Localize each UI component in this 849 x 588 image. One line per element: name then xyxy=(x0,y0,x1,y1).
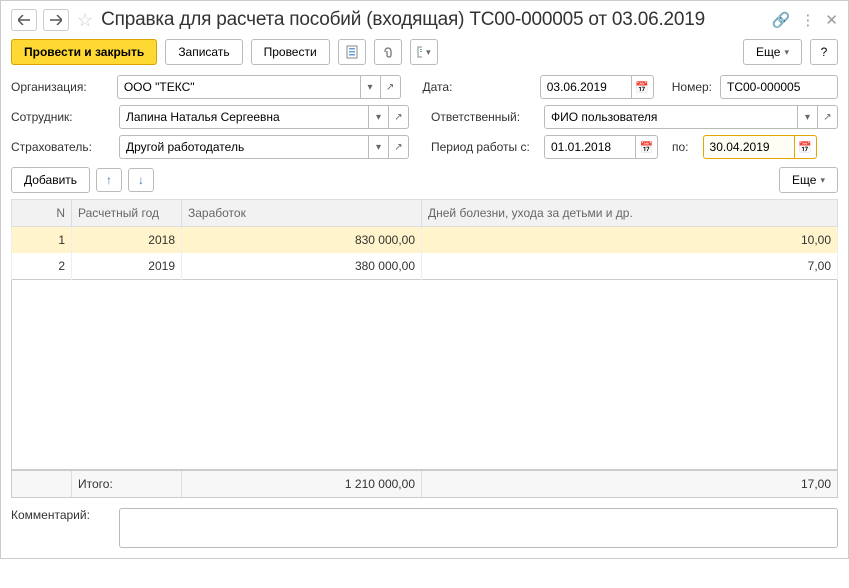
link-icon[interactable]: 🔗 xyxy=(772,11,791,29)
employee-input[interactable] xyxy=(119,105,369,129)
report-icon-button[interactable] xyxy=(338,39,366,65)
responsible-dropdown-icon[interactable]: ▾ xyxy=(798,105,818,129)
footer-earnings: 1 210 000,00 xyxy=(182,471,422,497)
close-icon[interactable]: ✕ xyxy=(825,11,838,29)
org-open-icon[interactable]: ↗ xyxy=(381,75,401,99)
earnings-table: N Расчетный год Заработок Дней болезни, … xyxy=(11,199,838,280)
table-more-button[interactable]: Еще xyxy=(779,167,838,193)
move-down-button[interactable]: ↓ xyxy=(128,168,154,192)
nav-back-button[interactable] xyxy=(11,9,37,31)
window-title: Справка для расчета пособий (входящая) Т… xyxy=(101,9,766,31)
responsible-input[interactable] xyxy=(544,105,798,129)
org-input[interactable] xyxy=(117,75,361,99)
table-empty-area[interactable] xyxy=(11,280,838,470)
employee-dropdown-icon[interactable]: ▾ xyxy=(369,105,389,129)
table-footer: Итого: 1 210 000,00 17,00 xyxy=(11,470,838,498)
nav-forward-button[interactable] xyxy=(43,9,69,31)
favorite-star-icon[interactable]: ☆ xyxy=(77,10,93,31)
date-label: Дата: xyxy=(423,80,458,94)
menu-dots-icon[interactable]: ⋮ xyxy=(800,11,815,29)
table-row[interactable]: 2 2019 380 000,00 7,00 xyxy=(12,253,838,280)
period-to-input[interactable] xyxy=(703,135,795,159)
save-button[interactable]: Записать xyxy=(165,39,242,65)
org-label: Организация: xyxy=(11,80,109,94)
employee-label: Сотрудник: xyxy=(11,110,111,124)
more-button[interactable]: Еще xyxy=(743,39,802,65)
responsible-open-icon[interactable]: ↗ xyxy=(818,105,838,129)
period-from-calendar-icon[interactable]: 📅 xyxy=(636,135,658,159)
footer-label: Итого: xyxy=(72,471,182,497)
move-up-button[interactable]: ↑ xyxy=(96,168,122,192)
attach-icon-button[interactable] xyxy=(374,39,402,65)
comment-label: Комментарий: xyxy=(11,508,111,522)
add-row-button[interactable]: Добавить xyxy=(11,167,90,193)
period-from-label: Период работы с: xyxy=(431,140,536,154)
col-days[interactable]: Дней болезни, ухода за детьми и др. xyxy=(422,200,838,227)
org-dropdown-icon[interactable]: ▾ xyxy=(361,75,381,99)
responsible-label: Ответственный: xyxy=(431,110,536,124)
insurer-dropdown-icon[interactable]: ▾ xyxy=(369,135,389,159)
table-row[interactable]: 1 2018 830 000,00 10,00 xyxy=(12,227,838,254)
post-button[interactable]: Провести xyxy=(251,39,330,65)
comment-input[interactable] xyxy=(119,508,838,548)
help-button[interactable]: ? xyxy=(810,39,838,65)
period-from-input[interactable] xyxy=(544,135,636,159)
template-dropdown-button[interactable] xyxy=(410,39,438,65)
insurer-input[interactable] xyxy=(119,135,369,159)
period-to-label: по: xyxy=(672,140,689,154)
insurer-label: Страхователь: xyxy=(11,140,111,154)
col-n[interactable]: N xyxy=(12,200,72,227)
date-input[interactable] xyxy=(540,75,632,99)
insurer-open-icon[interactable]: ↗ xyxy=(389,135,409,159)
date-calendar-icon[interactable]: 📅 xyxy=(632,75,654,99)
col-earnings[interactable]: Заработок xyxy=(182,200,422,227)
post-and-close-button[interactable]: Провести и закрыть xyxy=(11,39,157,65)
period-to-calendar-icon[interactable]: 📅 xyxy=(795,135,817,159)
footer-days: 17,00 xyxy=(422,471,837,497)
col-year[interactable]: Расчетный год xyxy=(72,200,182,227)
employee-open-icon[interactable]: ↗ xyxy=(389,105,409,129)
number-input[interactable] xyxy=(720,75,838,99)
number-label: Номер: xyxy=(672,80,712,94)
